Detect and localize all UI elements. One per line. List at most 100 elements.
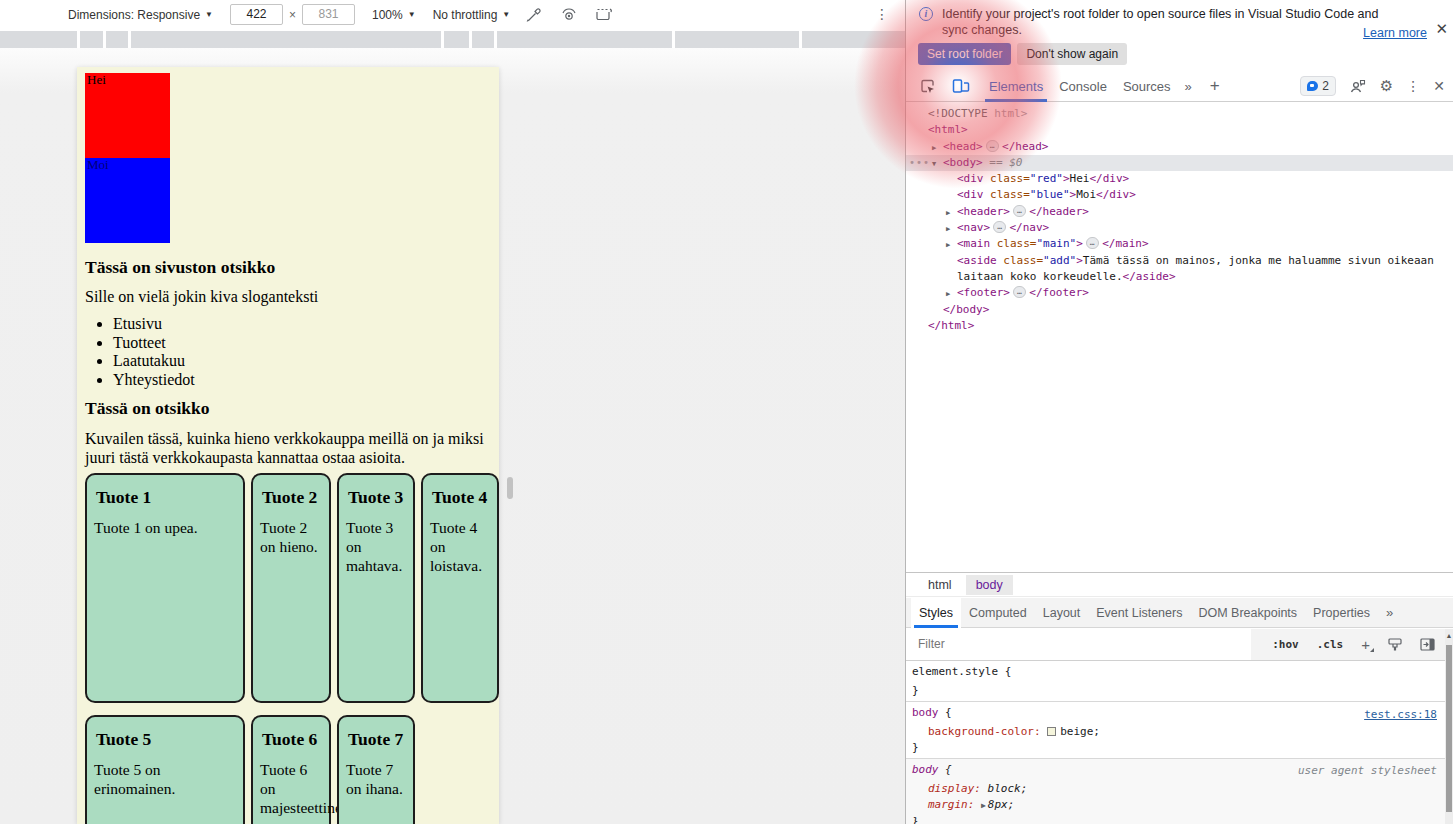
elements-breadcrumb: html body [906,572,1453,597]
height-input[interactable]: 831 [302,4,355,25]
device-toolbar-menu-icon[interactable]: ⋮ [875,6,889,22]
set-root-folder-button[interactable]: Set root folder [918,43,1011,65]
page-viewport[interactable]: Hei Moi Tässä on sivuston otsikko Sille … [77,67,499,824]
product-text: Tuote 3 on mahtava. [344,518,408,575]
tab-sources[interactable]: Sources [1123,71,1171,102]
device-toolbar-toggle-icon[interactable] [952,77,970,95]
expand-arrow-open-icon[interactable]: ▼ [932,156,936,172]
dom-tree-node[interactable]: laitaan koko korkeudelle.</aside> [906,269,1453,285]
styles-tab-properties[interactable]: Properties [1305,598,1378,628]
width-input[interactable]: 422 [230,4,283,25]
open-panel-icon[interactable] [1420,638,1435,651]
new-style-rule-icon[interactable]: + [1361,636,1370,653]
dom-tree-node[interactable]: ▶<header>…</header> [906,204,1453,220]
toggle-cls-button[interactable]: .cls [1317,638,1344,651]
collapsed-content-icon: … [1013,286,1026,298]
scrollbar-thumb[interactable] [1446,645,1452,812]
product-title: Tuote 6 [258,729,324,750]
css-selector[interactable]: body [912,763,939,776]
expand-arrow-icon[interactable]: ▶ [946,237,950,253]
infobar-close-icon[interactable]: ✕ [1435,20,1448,38]
css-selector[interactable]: body [912,706,939,719]
dom-tree-node[interactable]: <aside class="add">Tämä tässä on mainos,… [906,253,1453,269]
add-tab-icon[interactable]: + [1210,76,1220,96]
screenshot-icon[interactable] [595,7,613,22]
dimensions-caret-icon: ▼ [205,10,213,19]
settings-gear-icon[interactable]: ⚙ [1380,77,1393,95]
styles-scrollbar[interactable]: ▲ [1445,629,1453,824]
css-rule[interactable]: body {user agent stylesheetdisplay: bloc… [906,759,1445,824]
styles-tab-computed[interactable]: Computed [961,598,1035,628]
css-property[interactable]: background-color: beige; [906,724,1445,740]
issues-counter[interactable]: 2 [1300,76,1336,96]
node-menu-dots-icon[interactable]: ••• [909,155,930,171]
feedback-icon[interactable] [1349,78,1367,94]
stylesheet-link[interactable]: test.css:18 [1364,708,1437,721]
product-card: Tuote 4Tuote 4 on loistava. [421,473,499,703]
expand-arrow-icon[interactable]: ▶ [932,140,936,156]
learn-more-link[interactable]: Learn more [1363,26,1427,40]
dom-tree-node[interactable]: <!DOCTYPE html> [906,106,1453,122]
css-selector[interactable]: element.style [912,665,998,678]
css-rule[interactable]: body {test.css:18background-color: beige… [906,702,1445,759]
dom-tree-node[interactable]: <html> [906,122,1453,138]
dont-show-again-button[interactable]: Don't show again [1017,43,1127,65]
viewport-scrollbar-thumb[interactable] [507,477,513,499]
css-property[interactable]: display: block; [906,781,1445,797]
blue-div: Moi [85,158,170,243]
expand-arrow-icon[interactable]: ▶ [946,205,950,221]
devtools-menu-icon[interactable]: ⋮ [1406,78,1420,94]
collapsed-content-icon: … [993,221,1006,233]
styles-tab-styles[interactable]: Styles [911,598,961,628]
product-title: Tuote 3 [344,487,408,508]
dom-tree-node[interactable]: ▶<footer>…</footer> [906,285,1453,301]
product-text: Tuote 1 on upea. [92,518,238,537]
expand-value-icon[interactable]: ▶ [981,799,986,813]
dom-tree-node[interactable]: </html> [906,318,1453,334]
dimensions-label[interactable]: Dimensions: Responsive [68,8,200,22]
product-card: Tuote 7Tuote 7 on ihana. [337,715,415,824]
tab-console[interactable]: Console [1059,71,1107,102]
toggle-hov-button[interactable]: :hov [1272,638,1299,651]
dom-tree-node[interactable]: •••▼<body> == $0 [906,155,1453,171]
vision-deficiency-icon[interactable] [560,8,578,22]
dom-tree-node[interactable]: <div class="red">Hei</div> [906,171,1453,187]
css-property[interactable]: margin: ▶8px; [906,797,1445,814]
dom-tree-node[interactable]: ▶<main class="main">…</main> [906,236,1453,252]
styles-tab-dom-breakpoints[interactable]: DOM Breakpoints [1190,598,1305,628]
styles-tab-layout[interactable]: Layout [1035,598,1089,628]
tab-elements[interactable]: Elements [989,71,1043,102]
device-emulation-pane: Dimensions: Responsive ▼ 422 × 831 100%▼… [0,0,905,824]
breadcrumb-html[interactable]: html [928,578,952,592]
dom-tree-node[interactable]: </body> [906,302,1453,318]
scrollbar-up-arrow[interactable]: ▲ [1445,632,1453,639]
breadcrumb-body[interactable]: body [966,575,1013,595]
nav-list-item: Etusivu [113,315,491,334]
expand-arrow-icon[interactable]: ▶ [946,221,950,237]
color-swatch[interactable] [1047,727,1056,736]
styles-tab-event-listeners[interactable]: Event Listeners [1088,598,1190,628]
throttling-select[interactable]: No throttling▼ [433,8,511,22]
times-separator: × [289,8,296,22]
devtools-tabbar: Elements Console Sources » + 2 ⚙ ⋮ ✕ [906,71,1453,102]
styles-filter-bar: Filter :hov .cls + [906,629,1445,661]
zoom-select[interactable]: 100%▼ [372,8,416,22]
stylesheet-origin-label: user agent stylesheet [1298,764,1437,777]
media-query-ruler[interactable] [0,31,905,48]
dom-tree-node[interactable]: ▶<nav>…</nav> [906,220,1453,236]
rendering-emulation-icon[interactable] [1388,638,1402,652]
styles-filter-input[interactable]: Filter [906,629,1251,660]
product-card: Tuote 5Tuote 5 on erinomainen. [85,715,245,824]
dom-tree-node[interactable]: <div class="blue">Moi</div> [906,187,1453,203]
expand-arrow-icon[interactable]: ▶ [946,286,950,302]
css-rule[interactable]: element.style {} [906,661,1445,702]
more-tabs-icon[interactable]: » [1185,79,1190,94]
more-styles-tabs-icon[interactable]: » [1386,605,1391,620]
eyedropper-icon[interactable] [526,6,543,23]
dom-tree-node[interactable]: ▶<head>…</head> [906,139,1453,155]
nav-list-item: Yhteystiedot [113,371,491,390]
product-card: Tuote 3 Tuote 3 on mahtava. [337,473,415,703]
devtools-close-icon[interactable]: ✕ [1433,78,1445,94]
elements-tree: <!DOCTYPE html><html>▶<head>…</head>•••▼… [906,102,1453,334]
inspect-element-icon[interactable] [918,77,936,95]
